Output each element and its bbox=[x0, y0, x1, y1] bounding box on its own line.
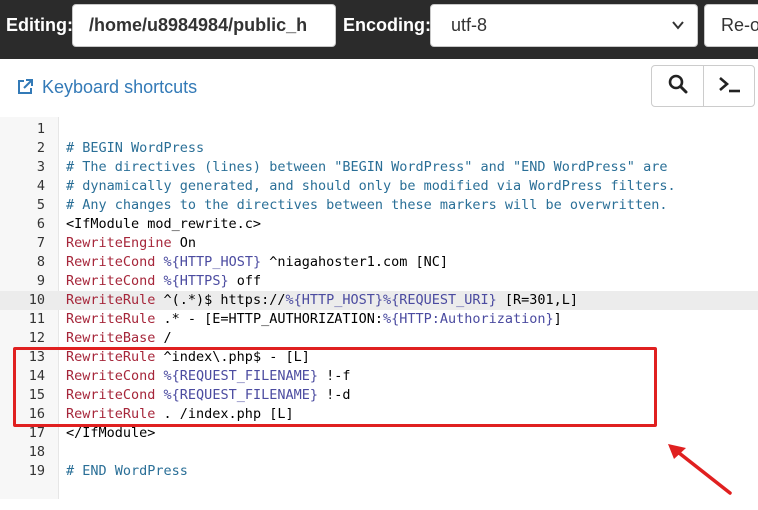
code-line[interactable]: 7 RewriteEngine On bbox=[0, 234, 758, 253]
code-token: <IfModule mod_rewrite.c> bbox=[66, 216, 262, 232]
code-token: RewriteEngine bbox=[66, 235, 172, 251]
code-line[interactable]: 8 RewriteCond %{HTTP_HOST} ^niagahoster1.… bbox=[0, 253, 758, 272]
code-line[interactable]: 12 RewriteBase / bbox=[0, 329, 758, 348]
line-number: 19 bbox=[28, 463, 45, 479]
encoding-label: Encoding: bbox=[343, 15, 431, 35]
terminal-icon bbox=[717, 74, 743, 99]
keyboard-shortcuts-link[interactable]: Keyboard shortcuts bbox=[16, 76, 197, 98]
code-token: %{HTTP_HOST}%{REQUEST_URI} bbox=[285, 292, 497, 308]
encoding-select[interactable]: utf-8 bbox=[430, 4, 698, 47]
code-line[interactable]: 3 # The directives (lines) between "BEGIN… bbox=[0, 158, 758, 177]
code-token: off bbox=[228, 273, 262, 289]
code-line[interactable]: 6 <IfModule mod_rewrite.c> bbox=[0, 215, 758, 234]
code-token: # dynamically generated, and should only… bbox=[66, 178, 676, 194]
line-number: 1 bbox=[36, 121, 45, 137]
code-token: %{HTTPS} bbox=[163, 273, 229, 289]
line-number: 3 bbox=[36, 159, 45, 175]
code-line[interactable]: 1 bbox=[0, 120, 758, 139]
code-editor[interactable]: 1 2 # BEGIN WordPress 3 # The directives (li… bbox=[0, 117, 758, 499]
line-text: # END WordPress bbox=[66, 462, 188, 481]
code-token: # BEGIN WordPress bbox=[66, 140, 205, 156]
reopen-button[interactable]: Re-o bbox=[704, 4, 758, 47]
search-button[interactable] bbox=[652, 66, 704, 106]
code-token: / bbox=[155, 330, 172, 346]
code-token: </IfModule> bbox=[66, 425, 156, 441]
line-number: 7 bbox=[36, 235, 45, 251]
code-line[interactable]: 10 RewriteRule ^(.*)$ https://%{HTTP_HOST… bbox=[0, 291, 758, 310]
line-number: 10 bbox=[28, 292, 45, 308]
code-token: ^(.*)$ https:// bbox=[155, 292, 286, 308]
line-number: 11 bbox=[28, 311, 45, 327]
code-line[interactable]: 11 RewriteRule .* - [E=HTTP_AUTHORIZATION… bbox=[0, 310, 758, 329]
line-text: # BEGIN WordPress bbox=[66, 139, 204, 158]
code-token: .* - [E=HTTP_AUTHORIZATION: bbox=[155, 311, 383, 327]
code-token: [R=301,L] bbox=[496, 292, 579, 308]
code-token: # END WordPress bbox=[66, 463, 188, 479]
line-text: RewriteRule .* - [E=HTTP_AUTHORIZATION:%… bbox=[66, 310, 562, 329]
line-number: 18 bbox=[28, 444, 45, 460]
line-text: RewriteEngine On bbox=[66, 234, 196, 253]
code-token: RewriteRule bbox=[66, 292, 156, 308]
code-token: RewriteCond bbox=[66, 254, 156, 270]
code-token: # The directives (lines) between "BEGIN … bbox=[66, 159, 668, 175]
encoding-value: utf-8 bbox=[451, 15, 488, 35]
editor-tools bbox=[651, 65, 755, 107]
line-text: # dynamically generated, and should only… bbox=[66, 177, 676, 196]
code-token: RewriteBase bbox=[66, 330, 156, 346]
keyboard-shortcuts-label: Keyboard shortcuts bbox=[42, 77, 198, 97]
code-token: RewriteRule bbox=[66, 311, 156, 327]
line-number: 12 bbox=[28, 330, 45, 346]
code-token: ^niagahoster1.com [NC] bbox=[261, 254, 449, 270]
code-token: RewriteCond bbox=[66, 273, 156, 289]
line-number: 4 bbox=[36, 178, 45, 194]
code-token: %{HTTP:Authorization} bbox=[382, 311, 554, 327]
line-text: # The directives (lines) between "BEGIN … bbox=[66, 158, 667, 177]
editor-header: Editing: /home/u8984984/public_h Encodin… bbox=[0, 0, 758, 59]
code-line[interactable]: 2 # BEGIN WordPress bbox=[0, 139, 758, 158]
line-text: <IfModule mod_rewrite.c> bbox=[66, 215, 261, 234]
code-line[interactable]: 5 # Any changes to the directives between… bbox=[0, 196, 758, 215]
line-number: 6 bbox=[36, 216, 45, 232]
line-number: 8 bbox=[36, 254, 45, 270]
line-number: 5 bbox=[36, 197, 45, 213]
search-icon bbox=[668, 74, 688, 99]
line-text: # Any changes to the directives between … bbox=[66, 196, 667, 215]
line-number: 9 bbox=[36, 273, 45, 289]
editing-label: Editing: bbox=[6, 15, 73, 35]
code-token: On bbox=[171, 235, 197, 251]
editor-toolbar: Keyboard shortcuts bbox=[0, 59, 758, 118]
line-text: RewriteCond %{HTTP_HOST} ^niagahoster1.c… bbox=[66, 253, 448, 272]
code-line[interactable]: 18 bbox=[0, 443, 758, 462]
external-link-icon bbox=[16, 77, 42, 97]
line-text: RewriteBase / bbox=[66, 329, 172, 348]
code-line[interactable]: 4 # dynamically generated, and should onl… bbox=[0, 177, 758, 196]
highlight-annotation-box bbox=[13, 347, 657, 427]
line-number: 2 bbox=[36, 140, 45, 156]
code-token: ] bbox=[553, 311, 562, 327]
line-text: RewriteRule ^(.*)$ https://%{HTTP_HOST}%… bbox=[66, 291, 578, 310]
terminal-button[interactable] bbox=[704, 66, 755, 106]
code-line[interactable]: 19 # END WordPress bbox=[0, 462, 758, 481]
code-token: %{HTTP_HOST} bbox=[163, 254, 262, 270]
line-text: RewriteCond %{HTTPS} off bbox=[66, 272, 261, 291]
code-token: # Any changes to the directives between … bbox=[66, 197, 668, 213]
chevron-down-icon bbox=[671, 5, 685, 46]
file-path-field[interactable]: /home/u8984984/public_h bbox=[72, 4, 336, 47]
code-line[interactable]: 9 RewriteCond %{HTTPS} off bbox=[0, 272, 758, 291]
